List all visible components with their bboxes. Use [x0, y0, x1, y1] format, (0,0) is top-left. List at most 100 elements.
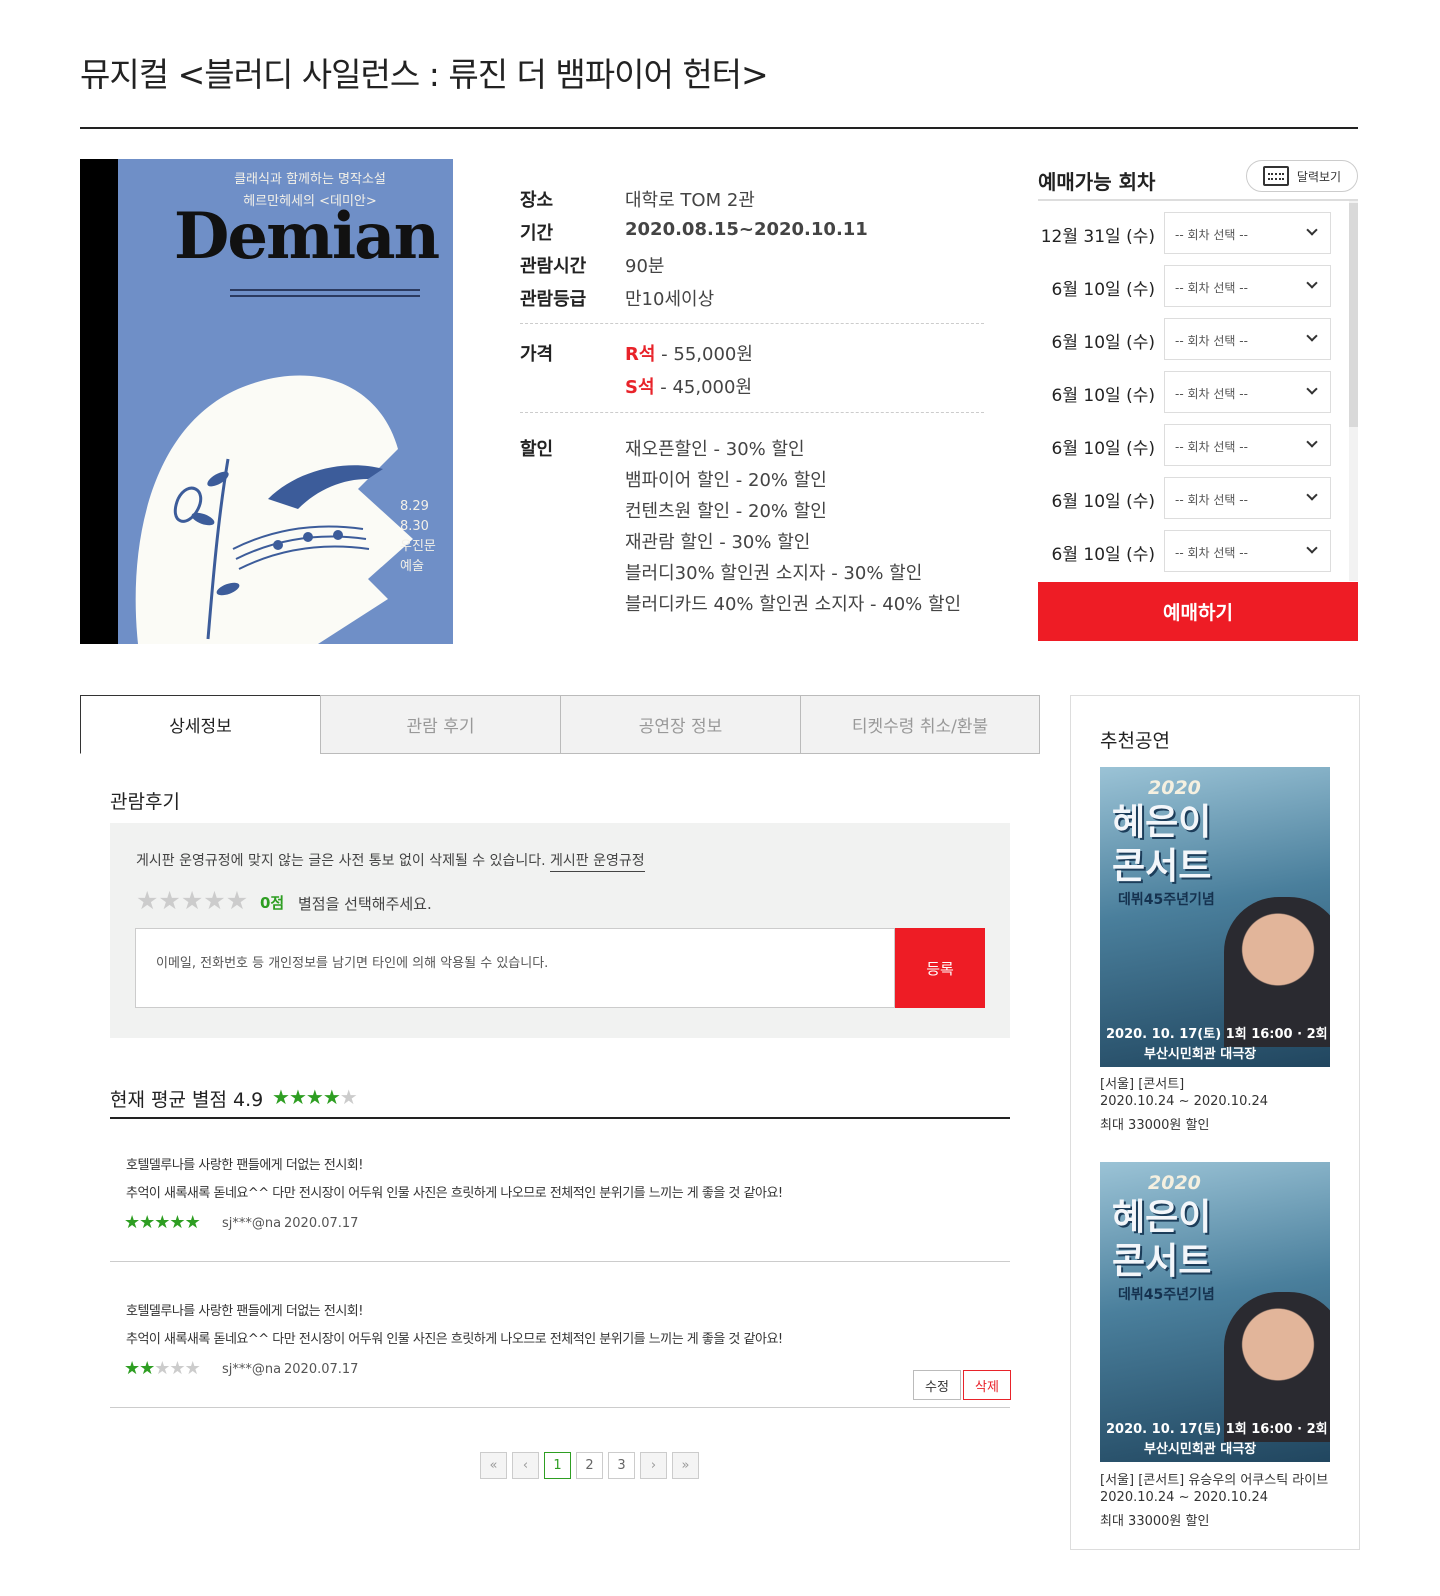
- prev-page-button[interactable]: ‹: [512, 1452, 539, 1479]
- session-row: 6월 10일 (수) -- 회차 선택 --: [1040, 265, 1331, 309]
- review-notice: 게시판 운영규정에 맞지 않는 글은 사전 통보 없이 삭제될 수 있습니다. …: [136, 850, 645, 872]
- session-select[interactable]: -- 회차 선택 --: [1164, 265, 1331, 307]
- star-icon: ★: [139, 1212, 155, 1233]
- star-icon: ★: [184, 1212, 201, 1233]
- average-rating-stars: ★★★★★: [272, 1085, 358, 1109]
- review-textarea[interactable]: 이메일, 전화번호 등 개인정보를 남기면 타인에 의해 악용될 수 있습니다.: [135, 928, 895, 1008]
- star-icon: ★: [169, 1212, 185, 1233]
- book-now-button[interactable]: 예매하기: [1038, 582, 1358, 641]
- tab-details[interactable]: 상세정보: [80, 695, 321, 754]
- title-divider: [80, 127, 1358, 129]
- session-select[interactable]: -- 회차 선택 --: [1164, 424, 1331, 466]
- first-page-button[interactable]: «: [480, 1452, 507, 1479]
- tab-reviews[interactable]: 관람 후기: [320, 695, 561, 754]
- submit-review-button[interactable]: 등록: [895, 928, 985, 1008]
- recommend-category[interactable]: [서울] [콘서트] 유승우의 어쿠스틱 라이브: [1100, 1469, 1332, 1488]
- tab-ticket-refund[interactable]: 티켓수령 취소/환불: [800, 695, 1040, 754]
- info-divider: [520, 323, 984, 324]
- info-divider: [520, 412, 984, 413]
- reviews-divider: [110, 1117, 1010, 1119]
- recommend-category[interactable]: [서울] [콘서트]: [1100, 1073, 1332, 1092]
- page-button[interactable]: 3: [608, 1452, 635, 1479]
- recommend-title: 추천공연: [1100, 730, 1170, 752]
- star-icon: ★: [124, 1212, 140, 1233]
- star-icon[interactable]: ★: [226, 888, 248, 913]
- session-date: 12월 31일 (수): [1040, 227, 1155, 247]
- calendar-button[interactable]: 달력보기: [1246, 160, 1358, 192]
- session-row: 6월 10일 (수) -- 회차 선택 --: [1040, 424, 1331, 468]
- session-row: 6월 10일 (수) -- 회차 선택 --: [1040, 371, 1331, 415]
- star-icon[interactable]: ★: [181, 888, 203, 913]
- recommend-dates: 2020.10.24 ~ 2020.10.24: [1100, 1094, 1269, 1109]
- session-date: 6월 10일 (수): [1051, 386, 1155, 406]
- session-row: 6월 10일 (수) -- 회차 선택 --: [1040, 477, 1331, 521]
- booking-scrollbar-thumb[interactable]: [1349, 203, 1358, 427]
- poster-spine: [80, 159, 118, 644]
- session-row: 12월 31일 (수) -- 회차 선택 --: [1040, 212, 1331, 256]
- review-text: 호텔델루나를 사랑한 팬들에게 더없는 전시회!: [126, 1158, 363, 1173]
- review-stars: ★★★★★: [124, 1358, 201, 1379]
- booking-title: 예매가능 회차: [1038, 170, 1156, 194]
- review-stars: ★★★★★: [124, 1212, 201, 1233]
- star-icon: ★: [272, 1085, 290, 1109]
- review-divider: [110, 1261, 1010, 1262]
- booking-divider: [1038, 199, 1358, 201]
- review-text: 추억이 새록새록 돋네요^^ 다만 전시장이 어두워 인물 사진은 흐릿하게 나…: [126, 1332, 783, 1347]
- chevron-down-icon: [1306, 489, 1318, 501]
- next-page-button[interactable]: ›: [640, 1452, 667, 1479]
- page-title: 뮤지컬 <블러디 사일런스 : 류진 더 뱀파이어 헌터>: [80, 55, 769, 94]
- page-button[interactable]: 1: [544, 1452, 571, 1479]
- delete-review-button[interactable]: 삭제: [963, 1370, 1011, 1400]
- session-date: 6월 10일 (수): [1051, 280, 1155, 300]
- last-page-button[interactable]: »: [672, 1452, 699, 1479]
- pagination: « ‹ 1 2 3 › »: [480, 1452, 699, 1479]
- tab-venue-info[interactable]: 공연장 정보: [560, 695, 801, 754]
- star-icon: ★: [184, 1358, 201, 1379]
- recommend-discount: 최대 33000원 할인: [1100, 1118, 1210, 1133]
- session-select[interactable]: -- 회차 선택 --: [1164, 530, 1331, 572]
- session-date: 6월 10일 (수): [1051, 333, 1155, 353]
- calendar-icon: [1262, 166, 1289, 186]
- chevron-down-icon: [1306, 542, 1318, 554]
- star-icon: ★: [169, 1358, 185, 1379]
- session-select[interactable]: -- 회차 선택 --: [1164, 371, 1331, 413]
- star-icon[interactable]: ★: [158, 888, 180, 913]
- star-icon: ★: [339, 1085, 358, 1109]
- average-rating-title: 현재 평균 별점 4.9: [110, 1089, 264, 1111]
- review-user: sj***@na: [222, 1216, 282, 1231]
- poster-dates: 8.29 8.30 우진문 예술: [400, 499, 436, 574]
- recommend-poster[interactable]: 2020 혜은이 콘서트 데뷔45주년기념 2020. 10. 17(토) 1회 …: [1100, 1162, 1330, 1462]
- selected-score: 0점: [260, 894, 285, 912]
- star-icon: ★: [322, 1085, 341, 1109]
- star-icon: ★: [154, 1358, 170, 1379]
- session-select[interactable]: -- 회차 선택 --: [1164, 477, 1331, 519]
- calendar-button-label: 달력보기: [1296, 169, 1342, 184]
- star-icon[interactable]: ★: [203, 888, 225, 913]
- star-icon: ★: [124, 1358, 140, 1379]
- review-user: sj***@na: [222, 1362, 282, 1377]
- session-date: 6월 10일 (수): [1051, 439, 1155, 459]
- edit-review-button[interactable]: 수정: [913, 1370, 961, 1400]
- star-rating-picker[interactable]: ★ ★ ★ ★ ★: [136, 888, 248, 913]
- recommend-discount: 최대 33000원 할인: [1100, 1514, 1210, 1529]
- review-divider: [110, 1407, 1010, 1408]
- session-date: 6월 10일 (수): [1051, 492, 1155, 512]
- star-icon[interactable]: ★: [136, 888, 158, 913]
- page-button[interactable]: 2: [576, 1452, 603, 1479]
- chevron-down-icon: [1306, 383, 1318, 395]
- recommend-poster[interactable]: 2020 혜은이 콘서트 데뷔45주년기념 2020. 10. 17(토) 1회 …: [1100, 767, 1330, 1067]
- review-section-title: 관람후기: [110, 791, 180, 813]
- score-hint: 별점을 선택해주세요.: [298, 895, 432, 913]
- star-icon: ★: [305, 1085, 324, 1109]
- star-icon: ★: [139, 1358, 155, 1379]
- session-row: 6월 10일 (수) -- 회차 선택 --: [1040, 530, 1331, 574]
- review-text: 추억이 새록새록 돋네요^^ 다만 전시장이 어두워 인물 사진은 흐릿하게 나…: [126, 1186, 783, 1201]
- chevron-down-icon: [1306, 224, 1318, 236]
- session-select[interactable]: -- 회차 선택 --: [1164, 212, 1331, 254]
- review-date: 2020.07.17: [284, 1362, 359, 1377]
- session-select[interactable]: -- 회차 선택 --: [1164, 318, 1331, 360]
- review-text: 호텔델루나를 사랑한 팬들에게 더없는 전시회!: [126, 1304, 363, 1319]
- board-rules-link[interactable]: 게시판 운영규정: [550, 853, 645, 872]
- chevron-down-icon: [1306, 436, 1318, 448]
- session-row: 6월 10일 (수) -- 회차 선택 --: [1040, 318, 1331, 362]
